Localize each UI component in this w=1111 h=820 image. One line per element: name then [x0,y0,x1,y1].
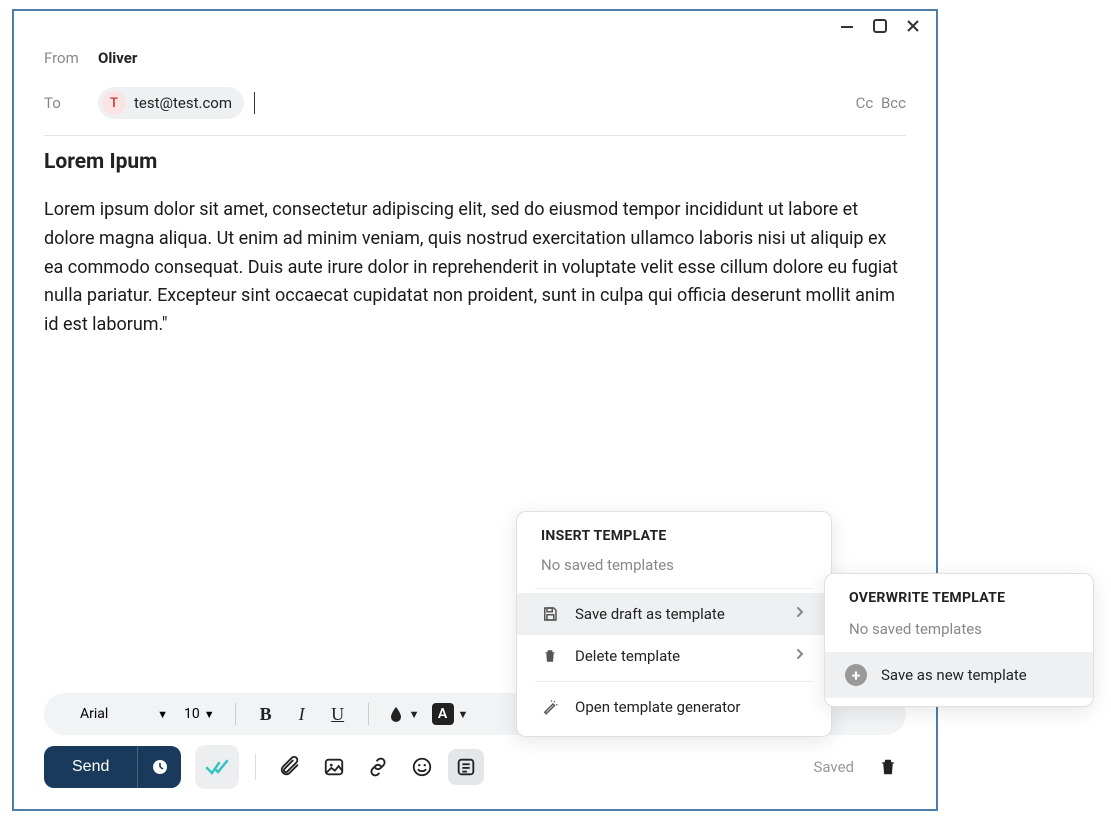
template-menu-title: Insert template [517,528,831,556]
read-receipt-button[interactable] [195,745,239,789]
toolbar-separator [235,703,236,725]
double-check-icon [205,755,229,779]
font-color-button[interactable]: A ▼ [428,698,473,730]
from-label: From [44,49,98,67]
font-family-select[interactable]: Arial ▼ [74,706,174,722]
clock-icon [151,758,169,776]
save-as-new-template[interactable]: + Save as new template [825,652,1093,698]
recipient-email: test@test.com [134,94,232,112]
menu-item-label: Delete template [575,647,680,665]
underline-icon: U [331,704,344,725]
link-icon [367,756,389,778]
smiley-icon [411,756,433,778]
font-size-value: 10 [184,706,200,722]
header-divider [44,135,906,136]
font-family-value: Arial [80,706,108,722]
drop-icon [387,705,405,723]
minimize-icon[interactable] [838,17,856,35]
chevron-right-icon [793,605,807,623]
save-draft-as-template[interactable]: Save draft as template [517,593,831,635]
submenu-empty: No saved templates [825,620,1093,652]
chevron-down-icon: ▼ [409,708,420,721]
font-color-icon: A [432,703,454,725]
schedule-send-button[interactable] [137,746,181,788]
plus-circle-icon: + [845,664,867,686]
recipient-avatar: T [102,91,126,115]
bottom-bar: Send Saved Insert template [14,745,936,809]
close-icon[interactable] [904,17,922,35]
font-size-select[interactable]: 10 ▼ [178,706,221,722]
emoji-button[interactable] [404,749,440,785]
from-name[interactable]: Oliver [98,49,137,67]
maximize-icon[interactable] [872,18,888,34]
template-menu-empty: No saved templates [517,556,831,588]
text-color-button[interactable]: ▼ [383,698,424,730]
italic-icon: I [299,704,305,725]
window-controls [14,11,936,35]
menu-item-label: Save draft as template [575,605,725,623]
header-rows: From Oliver To T test@test.com Cc Bcc [14,35,936,129]
save-icon [541,605,559,623]
toolbar-separator [368,703,369,725]
send-button[interactable]: Send [44,746,137,788]
to-label: To [44,94,98,112]
to-row[interactable]: To T test@test.com Cc Bcc [44,77,906,129]
template-icon [455,756,477,778]
body-text[interactable]: Lorem ipsum dolor sit amet, consectetur … [44,196,906,340]
bold-icon: B [260,704,272,725]
bottom-separator [255,754,256,780]
template-menu: Insert template No saved templates Save … [516,511,832,737]
underline-button[interactable]: U [322,698,354,730]
submenu-item-label: Save as new template [881,666,1027,684]
overwrite-submenu: Overwrite template No saved templates + … [824,573,1094,707]
bold-button[interactable]: B [250,698,282,730]
menu-item-label: Open template generator [575,698,741,716]
saved-status: Saved [813,758,854,776]
insert-image-button[interactable] [316,749,352,785]
discard-button[interactable] [870,749,906,785]
paperclip-icon [279,756,301,778]
text-cursor [254,92,255,114]
compose-window: From Oliver To T test@test.com Cc Bcc Lo… [12,9,938,811]
image-icon [323,756,345,778]
menu-divider [535,681,813,682]
menu-divider [535,588,813,589]
templates-button[interactable] [448,749,484,785]
cc-button[interactable]: Cc [856,94,874,112]
attachment-button[interactable] [272,749,308,785]
send-split-button: Send [44,746,181,788]
delete-template[interactable]: Delete template [517,635,831,677]
recipient-chip[interactable]: T test@test.com [98,87,244,119]
bcc-button[interactable]: Bcc [881,94,906,112]
trash-icon [541,648,559,664]
chevron-right-icon [793,647,807,665]
chevron-down-icon: ▼ [157,708,168,721]
chevron-down-icon: ▼ [458,708,469,721]
submenu-title: Overwrite template [825,590,1093,620]
wand-icon [541,698,559,716]
subject[interactable]: Lorem Ipum [44,150,906,174]
italic-button[interactable]: I [286,698,318,730]
chevron-down-icon: ▼ [204,708,215,721]
from-row: From Oliver [44,39,906,77]
cc-bcc: Cc Bcc [852,94,906,112]
insert-link-button[interactable] [360,749,396,785]
trash-icon [878,757,898,777]
open-template-generator[interactable]: Open template generator [517,686,831,728]
